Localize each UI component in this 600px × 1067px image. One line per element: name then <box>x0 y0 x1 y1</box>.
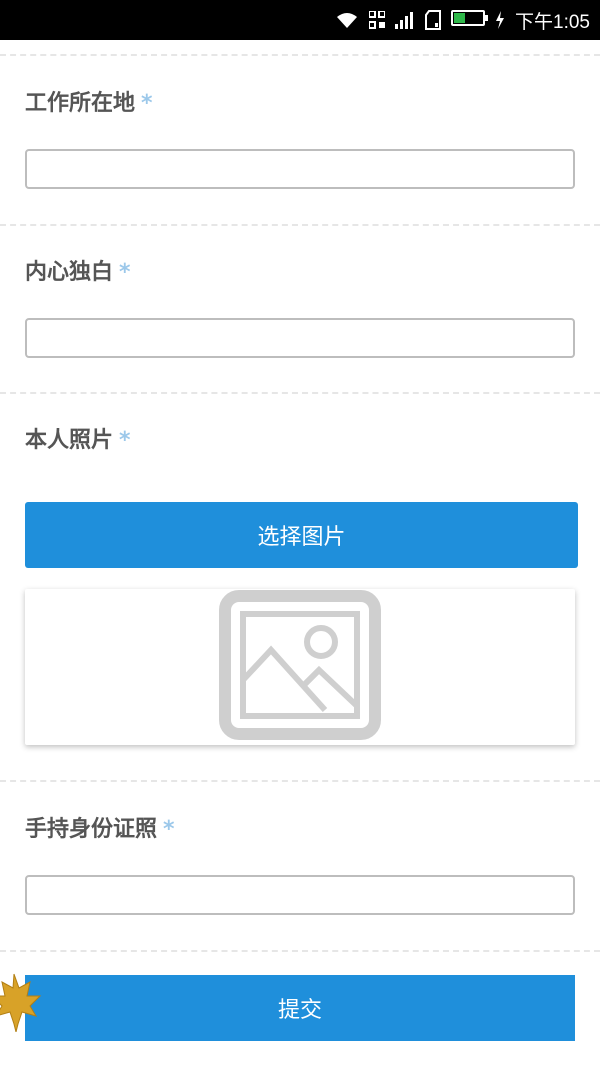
monologue-input[interactable] <box>25 318 575 358</box>
section-divider <box>0 54 600 56</box>
section-divider <box>0 224 600 226</box>
section-divider <box>0 392 600 394</box>
charging-icon <box>495 11 505 29</box>
sim-icon <box>425 10 442 30</box>
id-photo-label: 手持身份证照 * <box>25 817 175 842</box>
work-location-label: 工作所在地 * <box>25 91 153 116</box>
battery-icon <box>451 9 489 31</box>
required-mark: * <box>119 260 131 285</box>
wifi-icon <box>335 10 359 30</box>
id-photo-input[interactable] <box>25 875 575 915</box>
required-mark: * <box>141 91 153 116</box>
status-time: 下午1:05 <box>515 11 590 33</box>
photo-preview[interactable] <box>25 589 575 745</box>
battery-level <box>454 12 465 23</box>
personal-photo-label: 本人照片 * <box>25 428 131 453</box>
section-divider <box>0 780 600 782</box>
signal-icon <box>395 11 415 29</box>
monologue-label: 内心独白 * <box>25 260 131 285</box>
work-location-input[interactable] <box>25 149 575 189</box>
qr-icon <box>369 11 386 29</box>
maple-leaf-icon <box>0 972 42 1036</box>
status-bar: 下午1:05 <box>0 0 600 40</box>
image-placeholder-icon <box>219 590 381 744</box>
required-mark: * <box>163 817 175 842</box>
submit-button[interactable]: 提交 <box>25 975 575 1041</box>
required-mark: * <box>119 428 131 453</box>
status-icons: 下午1:05 <box>335 0 590 40</box>
choose-image-button[interactable]: 选择图片 <box>25 502 578 568</box>
section-divider <box>0 950 600 952</box>
